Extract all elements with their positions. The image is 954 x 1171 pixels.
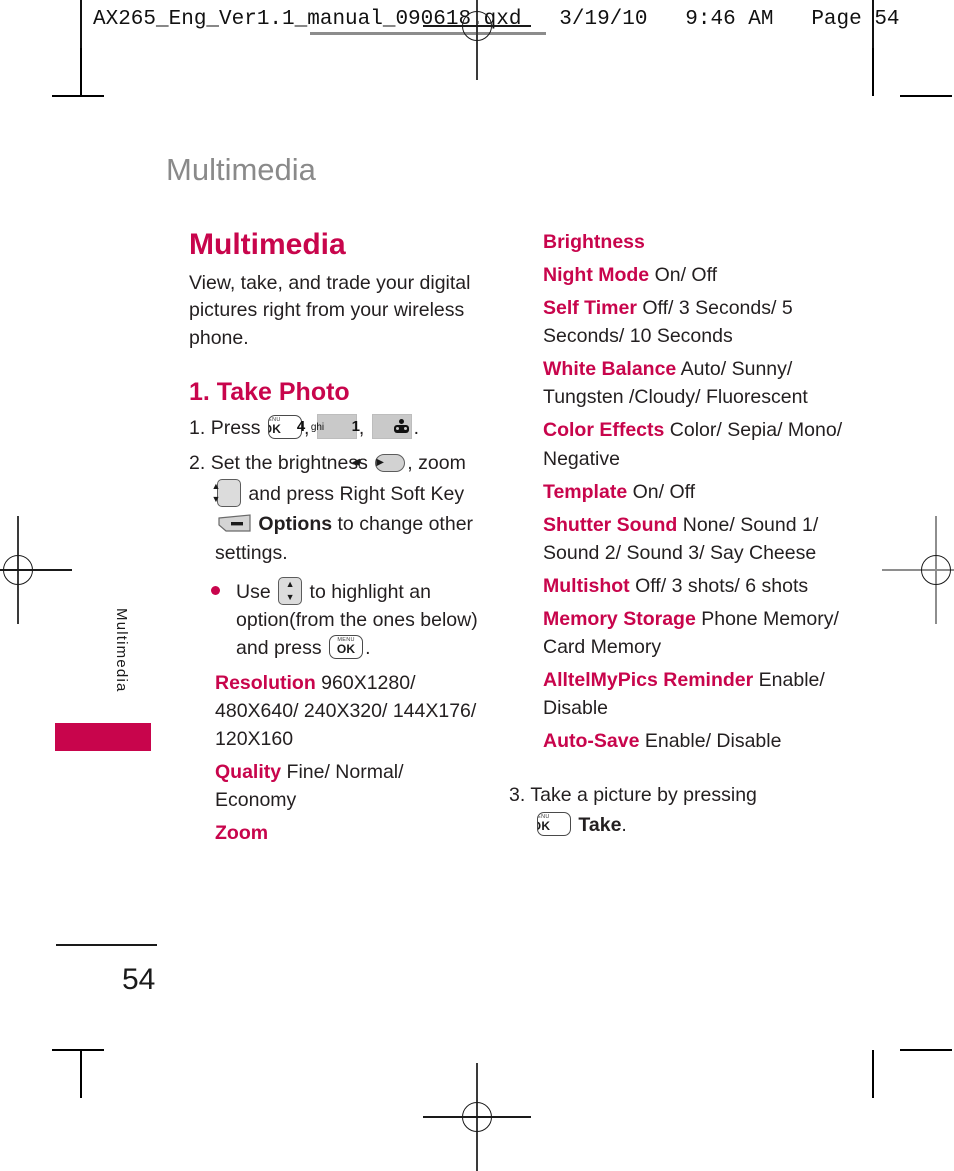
option-template-label: Template	[543, 480, 628, 503]
left-option-list: Resolution 960X1280/ 480X640/ 240X320/ 1…	[215, 669, 489, 847]
step-3-number: 3.	[509, 784, 526, 807]
subsection-title-take-photo: 1. Take Photo	[189, 377, 350, 406]
option-shutter-sound: Shutter Sound None/ Sound 1/ Sound 2/ So…	[543, 511, 843, 567]
option-shutter-sound-label: Shutter Sound	[543, 513, 678, 536]
bullet-dot-icon	[211, 585, 220, 595]
bullet-menu-ok-wrap: MENU OK.	[327, 635, 371, 660]
option-night-mode-label: Night Mode	[543, 264, 650, 287]
up-down-nav-key-icon-2: ▲ ▼	[278, 576, 303, 605]
side-tab-accent-block	[55, 723, 151, 751]
manual-page: Multimedia Multimedia 54 Multimedia View…	[0, 0, 954, 1145]
section-title-multimedia: Multimedia	[189, 228, 346, 261]
bullet-item-highlight-option: Use ▲ ▼ to highlight an option(from the o…	[189, 576, 489, 663]
take-softkey-label: Take	[578, 813, 622, 836]
option-memory-storage-label: Memory Storage	[543, 607, 696, 630]
digit-4-key-icon: 4ghi	[297, 413, 357, 439]
option-night-mode-values: On/ Off	[654, 264, 718, 287]
down-arrow-icon: ▼	[211, 493, 221, 504]
option-self-timer-label: Self Timer	[543, 297, 637, 320]
option-zoom-label: Zoom	[215, 821, 269, 844]
step-3: 3. Take a picture by pressing MENUOK Tak…	[509, 781, 843, 840]
option-alltelmypics-reminder: AlltelMyPics Reminder Enable/ Disable	[543, 666, 843, 722]
down-arrow-icon-2: ▼	[285, 591, 295, 602]
footer-rule	[56, 944, 157, 946]
option-multishot: Multishot Off/ 3 shots/ 6 shots	[543, 572, 843, 600]
step-2-number: 2.	[189, 452, 206, 475]
option-white-balance: White Balance Auto/ Sunny/ Tungsten /Clo…	[543, 355, 843, 411]
option-zoom: Zoom	[215, 819, 489, 847]
option-multishot-values: Off/ 3 shots/ 6 shots	[635, 574, 809, 597]
step-1-period: .	[413, 416, 420, 439]
menu-ok-key-icon-3: MENUOK	[537, 811, 571, 836]
bullet-part1: Use	[236, 580, 271, 603]
side-tab-label: Multimedia	[113, 608, 130, 693]
option-color-effects-label: Color Effects	[543, 419, 665, 442]
step-3-take-wrap: MENUOK Take.	[535, 811, 627, 836]
option-template: Template On/ Off	[543, 478, 843, 506]
step-3-period: .	[621, 813, 627, 836]
option-self-timer: Self Timer Off/ 3 Seconds/ 5 Seconds/ 10…	[543, 294, 843, 350]
right-soft-key-icon	[217, 513, 251, 534]
option-memory-storage: Memory Storage Phone Memory/ Card Memory	[543, 605, 843, 661]
step-2-part1: Set the brightness	[210, 452, 368, 475]
options-softkey-label: Options	[258, 512, 333, 535]
option-auto-save: Auto-Save Enable/ Disable	[543, 727, 843, 755]
digit-1-key-icon: 1	[352, 413, 412, 439]
option-night-mode: Night Mode On/ Off	[543, 261, 843, 289]
option-white-balance-label: White Balance	[543, 358, 677, 381]
left-right-nav-key-icon: ◀ ▶	[352, 454, 406, 473]
option-template-values: On/ Off	[632, 480, 696, 503]
step-1-number: 1.	[189, 416, 206, 439]
page-number: 54	[122, 963, 156, 996]
right-option-list: Brightness Night Mode On/ Off Self Timer…	[543, 228, 843, 755]
step-2-part2: , zoom	[407, 452, 466, 475]
up-down-nav-key-icon: ▲ ▼	[211, 478, 241, 507]
step-1-keys: MENUOK, 4ghi, 1.	[266, 413, 420, 439]
step-2: 2. Set the brightness ◀ ▶, zoom ▲ ▼ and pr…	[189, 449, 489, 569]
up-arrow-icon-2: ▲	[285, 578, 295, 589]
option-resolution: Resolution 960X1280/ 480X640/ 240X320/ 1…	[215, 669, 489, 753]
option-alltelmypics-reminder-label: AlltelMyPics Reminder	[543, 669, 754, 692]
option-quality: Quality Fine/ Normal/ Economy	[215, 758, 489, 814]
menu-ok-key-main-label-3: OK	[538, 818, 551, 833]
option-color-effects: Color Effects Color/ Sepia/ Mono/ Negati…	[543, 416, 843, 472]
bullet-period: .	[365, 637, 371, 660]
option-auto-save-values: Enable/ Disable	[644, 730, 782, 753]
step-2-part4: to change other settings.	[215, 512, 474, 565]
intro-paragraph: View, take, and trade your digital pictu…	[189, 272, 471, 349]
menu-ok-key-main-label-2: OK	[336, 642, 356, 657]
step-1: 1. Press MENUOK, 4ghi, 1.	[189, 413, 489, 444]
running-head: Multimedia	[166, 152, 316, 187]
voicemail-icon	[393, 418, 409, 435]
option-resolution-label: Resolution	[215, 671, 316, 694]
option-brightness: Brightness	[543, 228, 843, 256]
step-2-part3: and press Right Soft Key	[248, 482, 465, 505]
option-brightness-label: Brightness	[543, 231, 645, 253]
option-multishot-label: Multishot	[543, 574, 630, 597]
right-column: Brightness Night Mode On/ Off Self Timer…	[509, 228, 843, 847]
option-auto-save-label: Auto-Save	[543, 730, 640, 753]
menu-ok-key-icon-2: MENU OK	[329, 635, 364, 660]
left-column: Multimedia View, take, and trade your di…	[189, 228, 489, 852]
up-arrow-icon: ▲	[211, 480, 221, 491]
option-quality-label: Quality	[215, 760, 282, 783]
step-3-part1: Take a picture by pressing	[530, 784, 757, 807]
step-1-press-label: Press	[210, 416, 261, 439]
